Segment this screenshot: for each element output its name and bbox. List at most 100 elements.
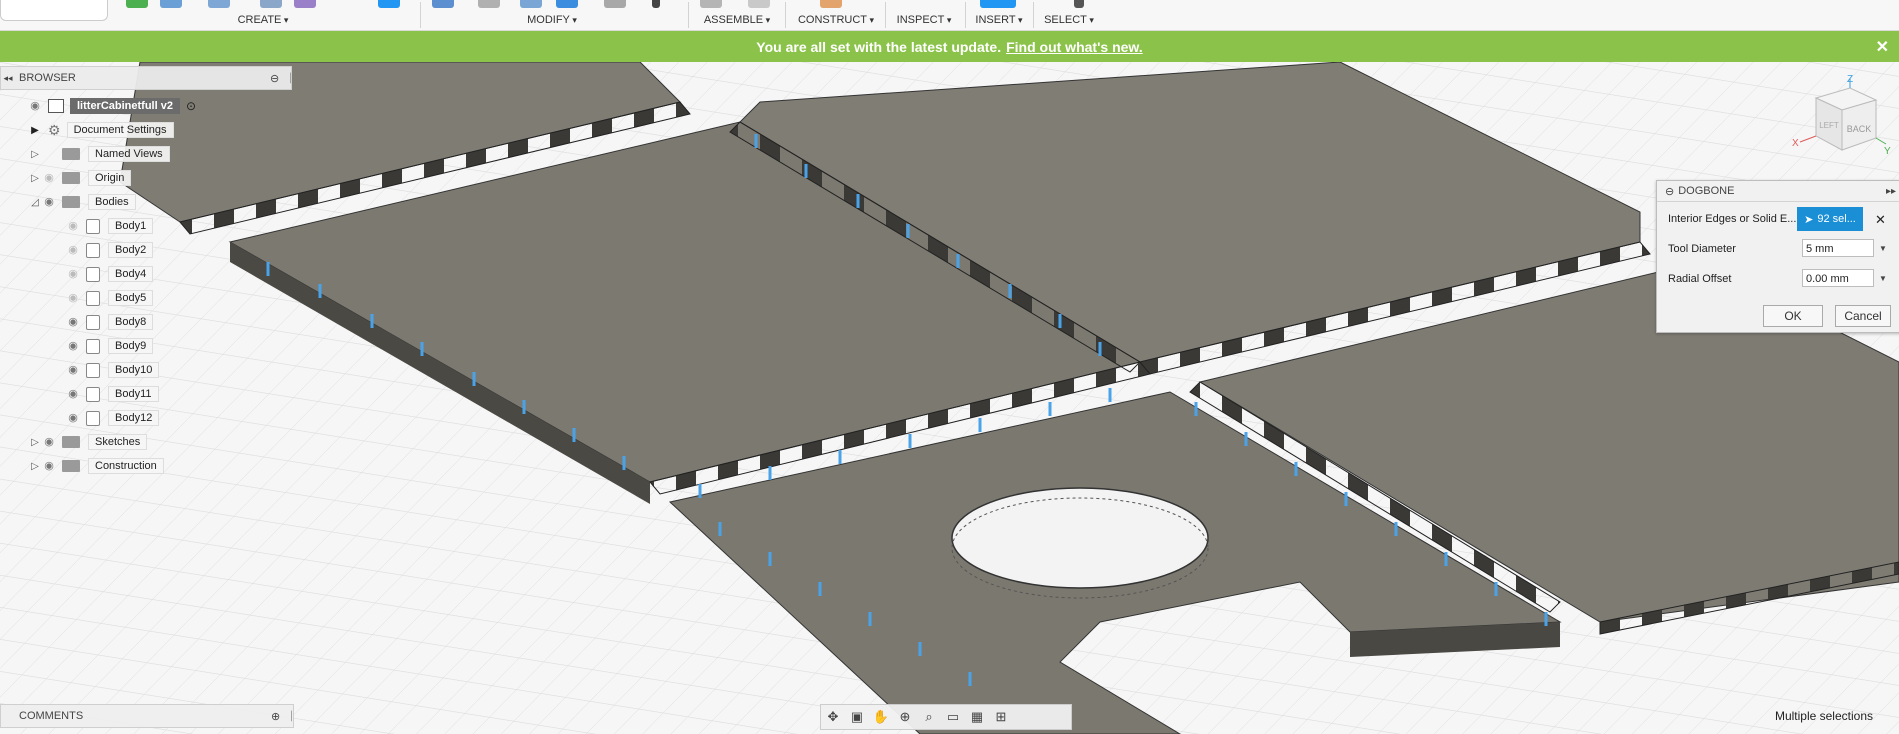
body-item[interactable]: ◉ Body9 bbox=[66, 336, 154, 356]
chevron-down-icon[interactable]: ▼ bbox=[1879, 244, 1887, 253]
body-item[interactable]: ◉ Body12 bbox=[66, 408, 160, 428]
circular-hole[interactable] bbox=[951, 487, 1209, 589]
close-icon[interactable]: ✕ bbox=[1876, 37, 1889, 57]
eye-icon[interactable]: ◉ bbox=[42, 459, 56, 473]
extrude-icon[interactable] bbox=[160, 0, 182, 8]
tree-item-label[interactable]: Bodies bbox=[88, 194, 136, 210]
chamfer-icon[interactable] bbox=[520, 0, 542, 8]
eye-icon[interactable]: ◉ bbox=[42, 195, 56, 209]
browser-pin-icon[interactable]: ▕ bbox=[284, 73, 291, 84]
zoom-icon[interactable]: ⊕ bbox=[893, 709, 917, 725]
tree-item-document-settings[interactable]: ▶ ⚙ Document Settings bbox=[28, 120, 174, 140]
insert-menu[interactable]: INSERT bbox=[975, 14, 1022, 26]
tool-diameter-input[interactable]: 5 mm bbox=[1802, 239, 1874, 257]
comments-panel[interactable]: COMMENTS ⊕ ▕ bbox=[0, 704, 294, 728]
tree-item-label[interactable]: Document Settings bbox=[66, 122, 174, 138]
body-label[interactable]: Body4 bbox=[108, 266, 154, 282]
edges-selection-button[interactable]: ➤ 92 sel... bbox=[1797, 207, 1863, 231]
dialog-collapse-icon[interactable]: ⊖ bbox=[1665, 185, 1674, 198]
tree-item-label[interactable]: Named Views bbox=[88, 146, 170, 162]
body-item[interactable]: ◉ Body2 bbox=[66, 240, 154, 260]
radial-offset-input[interactable]: 0.00 mm bbox=[1802, 269, 1874, 287]
eye-icon[interactable]: ◉ bbox=[66, 363, 80, 377]
select-menu[interactable]: SELECT bbox=[1044, 14, 1094, 26]
collapse-icon[interactable]: ◿ bbox=[28, 197, 42, 208]
body-label[interactable]: Body1 bbox=[108, 218, 154, 234]
expand-icon[interactable]: ▷ bbox=[28, 173, 42, 184]
eye-hidden-icon[interactable]: ◉ bbox=[66, 291, 80, 305]
viewcube[interactable]: BACK LEFT Z X Y bbox=[1792, 74, 1892, 164]
offset-plane-icon[interactable] bbox=[820, 0, 842, 8]
eye-hidden-icon[interactable] bbox=[42, 147, 56, 161]
expand-arrows-icon[interactable]: ▸▸ bbox=[1886, 186, 1896, 197]
tree-root[interactable]: ◉ litterCabinetfull v2 ⊙ bbox=[28, 96, 196, 116]
body-label[interactable]: Body10 bbox=[108, 362, 160, 378]
expand-icon[interactable]: ▷ bbox=[28, 437, 42, 448]
tree-item-label[interactable]: Origin bbox=[88, 170, 132, 186]
expand-icon[interactable]: ▶ bbox=[28, 125, 42, 136]
eye-hidden-icon[interactable]: ◉ bbox=[66, 219, 80, 233]
body-item[interactable]: ◉ Body5 bbox=[66, 288, 154, 308]
create-sketch-icon[interactable] bbox=[126, 0, 148, 8]
eye-icon[interactable]: ◉ bbox=[66, 315, 80, 329]
revolve-icon[interactable] bbox=[208, 0, 230, 8]
eye-hidden-icon[interactable]: ◉ bbox=[66, 267, 80, 281]
hole-icon[interactable] bbox=[260, 0, 282, 8]
fillet-icon[interactable] bbox=[478, 0, 500, 8]
as-built-joint-icon[interactable] bbox=[748, 0, 770, 8]
tree-item-sketches[interactable]: ▷ ◉ Sketches bbox=[28, 432, 148, 452]
modify-menu[interactable]: MODIFY bbox=[527, 14, 577, 26]
body-label[interactable]: Body11 bbox=[108, 386, 159, 402]
construct-menu[interactable]: CONSTRUCT bbox=[798, 14, 874, 26]
expand-icon[interactable]: ▷ bbox=[28, 461, 42, 472]
body-label[interactable]: Body9 bbox=[108, 338, 154, 354]
ok-button[interactable]: OK bbox=[1763, 305, 1823, 327]
tree-item-label[interactable]: Construction bbox=[88, 458, 164, 474]
fit-icon[interactable]: ⌕ bbox=[917, 709, 941, 725]
select-cursor-icon[interactable] bbox=[1074, 0, 1084, 8]
body-item[interactable]: ◉ Body10 bbox=[66, 360, 160, 380]
model-view[interactable] bbox=[0, 62, 1899, 734]
whats-new-link[interactable]: Find out what's new. bbox=[1006, 39, 1143, 55]
expand-icon[interactable]: ▷ bbox=[28, 149, 42, 160]
assemble-menu[interactable]: ASSEMBLE bbox=[704, 14, 770, 26]
loft-icon[interactable] bbox=[294, 0, 316, 8]
activate-radio-icon[interactable]: ⊙ bbox=[186, 99, 196, 113]
tree-item-construction[interactable]: ▷ ◉ Construction bbox=[28, 456, 164, 476]
body-label[interactable]: Body2 bbox=[108, 242, 154, 258]
eye-icon[interactable]: ◉ bbox=[28, 99, 42, 113]
eye-hidden-icon[interactable]: ◉ bbox=[66, 243, 80, 257]
cancel-button[interactable]: Cancel bbox=[1835, 305, 1891, 327]
viewport-canvas[interactable] bbox=[0, 62, 1899, 734]
add-comment-icon[interactable]: ⊕ bbox=[271, 710, 280, 723]
eye-icon[interactable]: ◉ bbox=[42, 435, 56, 449]
display-settings-icon[interactable]: ▭ bbox=[941, 709, 965, 725]
orbit-icon[interactable]: ✥ bbox=[821, 709, 845, 725]
browser-minimize-icon[interactable]: ⊖ bbox=[270, 72, 279, 85]
body-item[interactable]: ◉ Body11 bbox=[66, 384, 159, 404]
tree-item-origin[interactable]: ▷ ◉ Origin bbox=[28, 168, 132, 188]
eye-icon[interactable]: ◉ bbox=[66, 339, 80, 353]
eye-icon[interactable]: ◉ bbox=[66, 411, 80, 425]
combine-icon[interactable] bbox=[604, 0, 626, 8]
eye-icon[interactable]: ◉ bbox=[66, 387, 80, 401]
grid-icon[interactable]: ▦ bbox=[965, 709, 989, 725]
body-item[interactable]: ◉ Body4 bbox=[66, 264, 154, 284]
press-pull-icon[interactable] bbox=[432, 0, 454, 8]
viewports-icon[interactable]: ⊞ bbox=[989, 709, 1013, 725]
pan-hand-icon[interactable]: ✋ bbox=[869, 709, 893, 725]
body-item[interactable]: ◉ Body1 bbox=[66, 216, 154, 236]
root-name[interactable]: litterCabinetfull v2 bbox=[70, 98, 180, 114]
tree-item-bodies[interactable]: ◿ ◉ Bodies bbox=[28, 192, 136, 212]
look-at-icon[interactable]: ▣ bbox=[845, 709, 869, 725]
move-icon[interactable] bbox=[652, 0, 660, 8]
body-label[interactable]: Body5 bbox=[108, 290, 154, 306]
eye-hidden-icon[interactable]: ◉ bbox=[42, 171, 56, 185]
inspect-menu[interactable]: INSPECT bbox=[897, 14, 952, 26]
box-icon[interactable] bbox=[378, 0, 400, 8]
shell-icon[interactable] bbox=[556, 0, 578, 8]
clear-selection-icon[interactable]: ✕ bbox=[1875, 212, 1886, 228]
body-item[interactable]: ◉ Body8 bbox=[66, 312, 154, 332]
body-label[interactable]: Body8 bbox=[108, 314, 154, 330]
tree-item-label[interactable]: Sketches bbox=[88, 434, 148, 450]
